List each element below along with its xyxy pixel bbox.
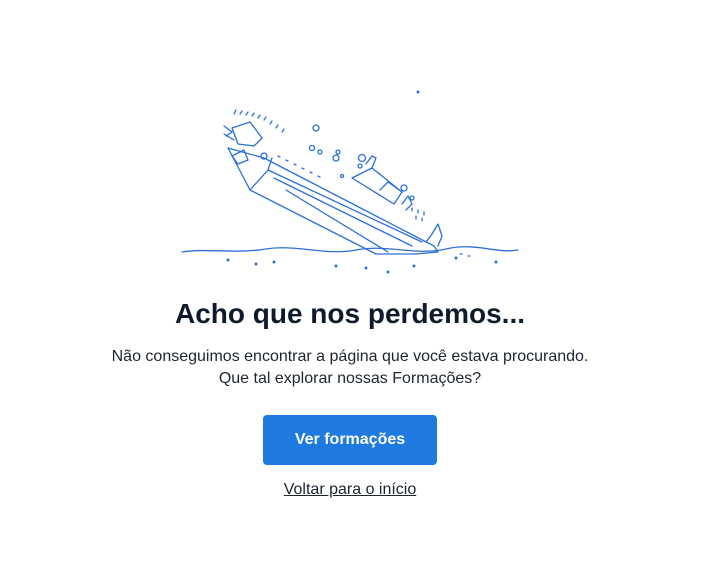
not-found-message: Não conseguimos encontrar a página que v… bbox=[0, 346, 700, 390]
ver-formacoes-button[interactable]: Ver formações bbox=[263, 415, 437, 465]
message-line-1: Não conseguimos encontrar a página que v… bbox=[111, 348, 589, 365]
voltar-inicio-link[interactable]: Voltar para o início bbox=[284, 481, 417, 498]
message-line-2: Que tal explorar nossas Formações? bbox=[218, 370, 482, 387]
back-link-container: Voltar para o início bbox=[0, 479, 700, 501]
not-found-page: Acho que nos perdemos... Não conseguimos… bbox=[0, 0, 712, 586]
sinking-ship-icon bbox=[181, 90, 519, 274]
page-title: Acho que nos perdemos... bbox=[174, 298, 526, 329]
